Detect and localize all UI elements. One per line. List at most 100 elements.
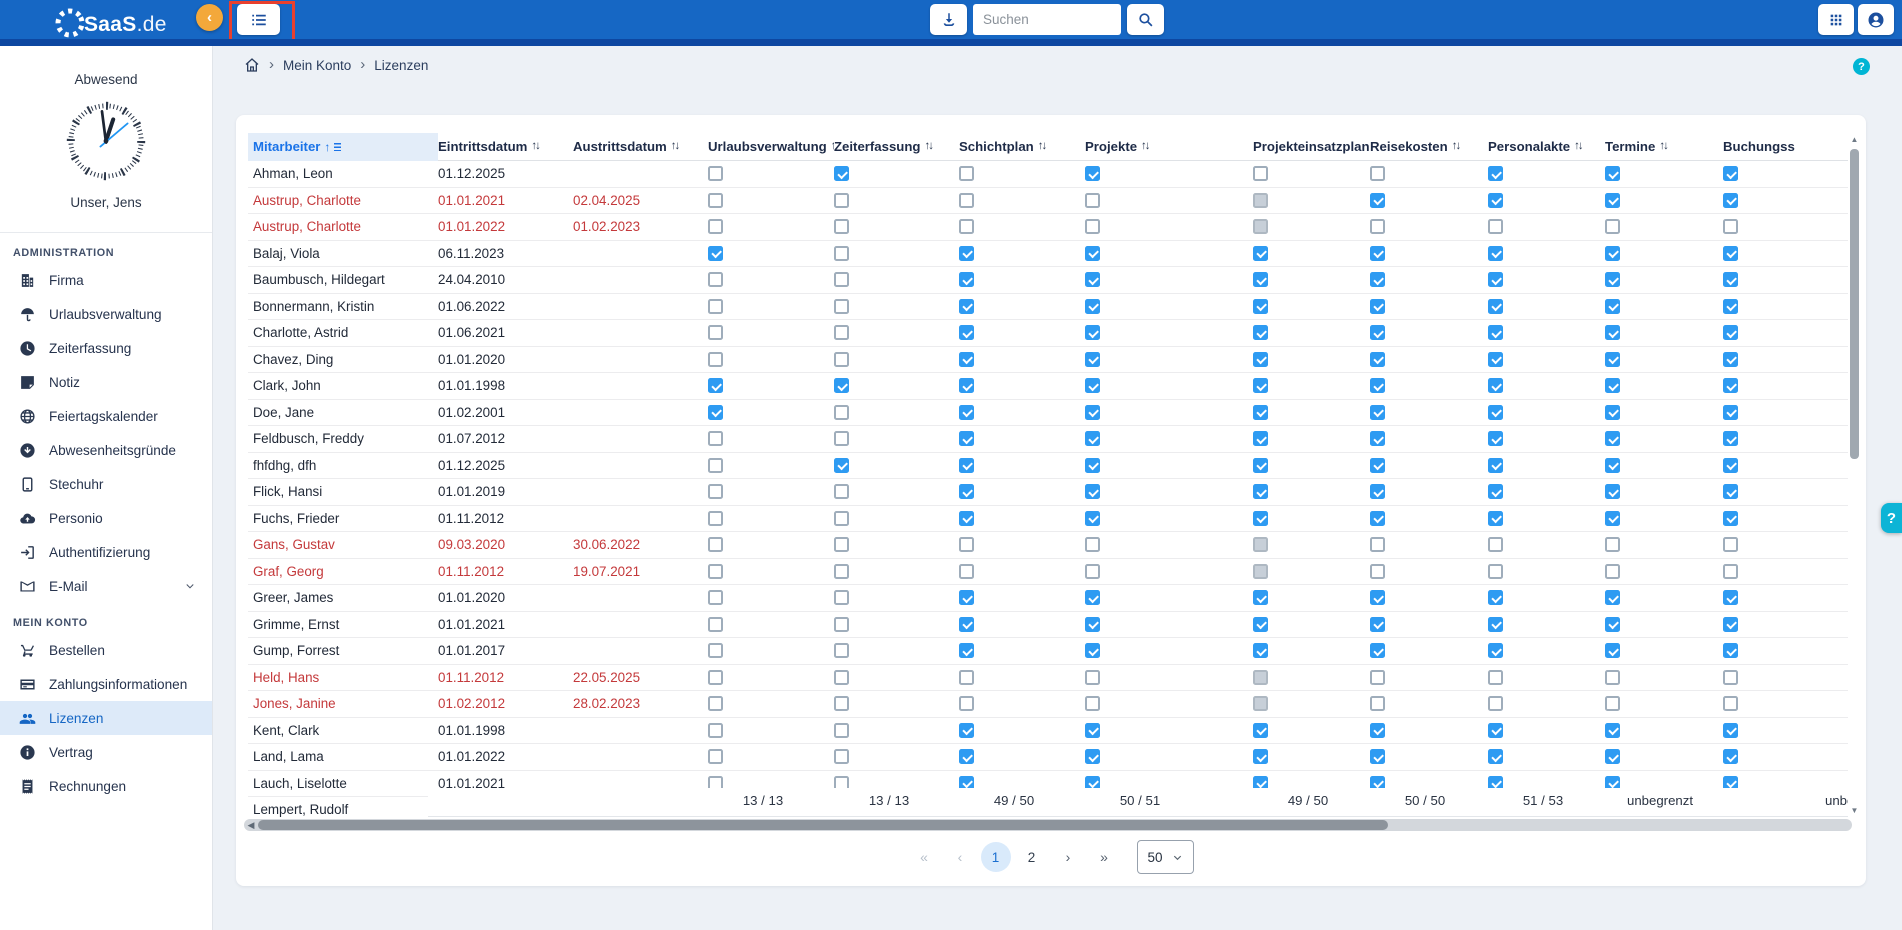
license-checkbox[interactable] — [1085, 643, 1100, 658]
license-checkbox[interactable] — [834, 219, 849, 234]
license-checkbox[interactable] — [959, 564, 974, 579]
license-checkbox[interactable] — [708, 723, 723, 738]
license-checkbox[interactable] — [1370, 590, 1385, 605]
license-checkbox[interactable] — [1605, 590, 1620, 605]
license-checkbox[interactable] — [1085, 670, 1100, 685]
license-checkbox[interactable] — [1370, 299, 1385, 314]
license-checkbox[interactable] — [1488, 511, 1503, 526]
license-checkbox[interactable] — [708, 272, 723, 287]
license-checkbox[interactable] — [1488, 537, 1503, 552]
license-checkbox[interactable] — [1723, 193, 1738, 208]
license-checkbox[interactable] — [1085, 458, 1100, 473]
horizontal-scrollbar[interactable]: ◀ — [244, 819, 1852, 831]
license-checkbox[interactable] — [959, 749, 974, 764]
sidebar-item-stechuhr[interactable]: Stechuhr — [0, 467, 212, 501]
license-checkbox[interactable] — [1370, 246, 1385, 261]
license-checkbox[interactable] — [1488, 643, 1503, 658]
license-checkbox[interactable] — [1370, 511, 1385, 526]
license-checkbox[interactable] — [959, 458, 974, 473]
license-checkbox[interactable] — [1488, 670, 1503, 685]
license-checkbox[interactable] — [1488, 352, 1503, 367]
license-checkbox[interactable] — [1488, 431, 1503, 446]
license-checkbox[interactable] — [1370, 617, 1385, 632]
sidebar-item-bestellen[interactable]: Bestellen — [0, 633, 212, 667]
license-checkbox[interactable] — [834, 246, 849, 261]
license-checkbox[interactable] — [1605, 405, 1620, 420]
license-checkbox[interactable] — [834, 458, 849, 473]
license-checkbox[interactable] — [1370, 378, 1385, 393]
license-checkbox[interactable] — [708, 749, 723, 764]
license-checkbox[interactable] — [1723, 723, 1738, 738]
license-checkbox[interactable] — [1253, 166, 1268, 181]
column-header-schichtplan[interactable]: Schichtplan↑↓ — [959, 133, 1085, 161]
license-checkbox[interactable] — [1253, 458, 1268, 473]
license-checkbox[interactable] — [1723, 325, 1738, 340]
last-page-button[interactable]: » — [1089, 842, 1119, 872]
license-checkbox[interactable] — [708, 405, 723, 420]
sidebar-collapse-button[interactable]: ‹ — [196, 4, 223, 31]
license-checkbox[interactable] — [1253, 617, 1268, 632]
license-checkbox[interactable] — [1723, 166, 1738, 181]
license-checkbox[interactable] — [1605, 670, 1620, 685]
license-checkbox[interactable] — [1085, 723, 1100, 738]
license-checkbox[interactable] — [1253, 325, 1268, 340]
license-checkbox[interactable] — [1085, 193, 1100, 208]
license-checkbox[interactable] — [1085, 617, 1100, 632]
license-checkbox[interactable] — [1488, 299, 1503, 314]
license-checkbox[interactable] — [1605, 352, 1620, 367]
license-checkbox[interactable] — [1723, 749, 1738, 764]
license-checkbox[interactable] — [1370, 484, 1385, 499]
license-checkbox[interactable] — [1085, 484, 1100, 499]
license-checkbox[interactable] — [1488, 219, 1503, 234]
license-checkbox[interactable] — [708, 670, 723, 685]
license-checkbox[interactable] — [1723, 458, 1738, 473]
sidebar-item-zahlungsinformationen[interactable]: Zahlungsinformationen — [0, 667, 212, 701]
column-header-personalakte[interactable]: Personalakte↑↓ — [1488, 133, 1605, 161]
horizontal-scrollbar-thumb[interactable] — [258, 820, 1388, 830]
license-checkbox[interactable] — [1723, 590, 1738, 605]
license-checkbox[interactable] — [1370, 723, 1385, 738]
previous-page-button[interactable]: ‹ — [945, 842, 975, 872]
license-checkbox[interactable] — [1085, 219, 1100, 234]
column-header-projekteinsatzplan[interactable]: Projekteinsatzplan↑↓ — [1253, 133, 1370, 161]
license-checkbox[interactable] — [959, 643, 974, 658]
scroll-up-icon[interactable]: ▲ — [1848, 133, 1861, 146]
license-checkbox[interactable] — [1605, 325, 1620, 340]
license-checkbox[interactable] — [708, 696, 723, 711]
license-checkbox[interactable] — [959, 219, 974, 234]
license-checkbox[interactable] — [959, 325, 974, 340]
license-checkbox[interactable] — [708, 219, 723, 234]
license-checkbox[interactable] — [708, 299, 723, 314]
license-checkbox[interactable] — [1723, 272, 1738, 287]
license-checkbox[interactable] — [1370, 431, 1385, 446]
license-checkbox[interactable] — [1085, 511, 1100, 526]
license-checkbox[interactable] — [834, 564, 849, 579]
license-checkbox[interactable] — [1723, 670, 1738, 685]
license-checkbox[interactable] — [1085, 246, 1100, 261]
license-checkbox[interactable] — [834, 166, 849, 181]
license-checkbox[interactable] — [1605, 617, 1620, 632]
vertical-scrollbar[interactable]: ▲ ▼ — [1848, 133, 1861, 817]
license-checkbox[interactable] — [834, 484, 849, 499]
license-checkbox[interactable] — [1723, 219, 1738, 234]
license-checkbox[interactable] — [708, 193, 723, 208]
home-icon[interactable] — [244, 57, 260, 73]
license-checkbox[interactable] — [1085, 431, 1100, 446]
license-checkbox[interactable] — [708, 617, 723, 632]
sidebar-item-personio[interactable]: Personio — [0, 501, 212, 535]
search-input[interactable] — [973, 4, 1121, 35]
license-checkbox[interactable] — [708, 246, 723, 261]
license-checkbox[interactable] — [1605, 299, 1620, 314]
sidebar-item-zeiterfassung[interactable]: Zeiterfassung — [0, 331, 212, 365]
license-checkbox[interactable] — [1488, 405, 1503, 420]
license-checkbox[interactable] — [1605, 564, 1620, 579]
license-checkbox[interactable] — [834, 670, 849, 685]
page-size-select[interactable]: 50 — [1137, 840, 1194, 874]
license-checkbox[interactable] — [1085, 405, 1100, 420]
sidebar-item-authentifizierung[interactable]: Authentifizierung — [0, 535, 212, 569]
license-checkbox[interactable] — [1085, 299, 1100, 314]
license-checkbox[interactable] — [834, 723, 849, 738]
license-checkbox[interactable] — [1605, 431, 1620, 446]
license-checkbox[interactable] — [1370, 670, 1385, 685]
license-checkbox[interactable] — [708, 458, 723, 473]
